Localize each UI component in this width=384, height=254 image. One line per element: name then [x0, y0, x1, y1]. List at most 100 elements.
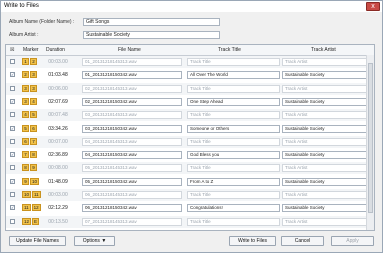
track-title-field[interactable]: Track Title — [187, 111, 280, 120]
table-row[interactable]: 3 3 00:06.00 02_20131218145313.wav Track Tit… — [6, 82, 374, 95]
cancel-button[interactable]: Cancel — [281, 236, 324, 246]
track-title-field[interactable]: Track Title — [187, 191, 280, 199]
table-row[interactable]: ✓ 2 3 01:03.48 01_20131218150342.wav All Over… — [6, 69, 374, 81]
track-title-field[interactable]: Someone or Others — [187, 124, 280, 133]
row-checkbox[interactable] — [10, 218, 15, 224]
track-title-field[interactable]: Congratulations! — [187, 204, 280, 213]
header-file-name[interactable]: File Name — [118, 47, 141, 53]
row-checkbox[interactable]: ✓ — [10, 98, 15, 104]
track-title-field[interactable]: One Step Ahead — [187, 97, 280, 106]
track-artist-field[interactable]: Track Artist — [282, 217, 374, 226]
track-title-field[interactable]: God Bless you — [187, 151, 280, 160]
file-name-field[interactable]: 01_20131218150342.wav — [82, 71, 182, 80]
album-name-label: Album Name (Folder Name) : — [9, 19, 75, 25]
album-name-input[interactable]: Gift Songs — [83, 18, 220, 26]
file-name-field[interactable]: 01_20131218145313.wav — [82, 58, 182, 66]
file-name-field[interactable]: 03_20131218150342.wav — [82, 124, 182, 133]
vertical-scrollbar[interactable] — [366, 55, 374, 230]
table-header: ☒ Marker Duration File Name Track Title … — [6, 45, 374, 56]
table-row[interactable]: ✓ 5 6 03:34.26 03_20131218150342.wav Someone … — [6, 123, 374, 135]
file-name-field[interactable]: 07_20131218145313.wav — [82, 217, 182, 226]
table-row[interactable]: ✓ 7 8 02:36.89 04_20131218150342.wav God Bles… — [6, 149, 374, 161]
row-checkbox[interactable]: ✓ — [10, 72, 15, 78]
close-button[interactable]: x — [366, 2, 380, 11]
table-row[interactable]: ✓ 11 12 02:12.29 06_20131218150342.wav Congra… — [6, 202, 374, 214]
row-checkbox[interactable] — [10, 59, 15, 64]
file-name-field[interactable]: 05_20131218150342.wav — [82, 177, 182, 186]
track-artist-field[interactable]: Track Artist — [282, 164, 374, 173]
row-markers: 9 10 — [22, 177, 40, 185]
track-artist-field[interactable]: Sustainable Society — [282, 151, 374, 160]
file-name-field[interactable]: 02_20131218150342.wav — [82, 97, 182, 106]
track-artist-field[interactable]: Sustainable Society — [282, 71, 374, 80]
file-name-field[interactable]: 05_20131218145313.wav — [82, 164, 182, 173]
marker-badge: 11 — [32, 191, 41, 198]
track-artist-field[interactable]: Sustainable Society — [282, 124, 374, 133]
select-all-checkbox[interactable]: ☒ — [10, 47, 14, 53]
track-artist-field[interactable]: Track Artist — [282, 58, 374, 66]
row-checkbox[interactable]: ✓ — [10, 205, 15, 211]
track-title-field[interactable]: Track Title — [187, 137, 280, 146]
table-row[interactable]: 4 5 00:07.48 03_20131218145313.wav Track Tit… — [6, 109, 374, 122]
row-duration: 00:08.00 — [48, 165, 68, 172]
dialog-title: Write to Files — [4, 3, 39, 9]
header-track-title[interactable]: Track Title — [218, 47, 241, 53]
table-row[interactable]: 12 E 00:13.50 07_20131218145313.wav Track Ti… — [6, 215, 374, 228]
file-name-field[interactable]: 04_20131218150342.wav — [82, 151, 182, 160]
track-artist-field[interactable]: Sustainable Society — [282, 97, 374, 106]
track-artist-field[interactable]: Track Artist — [282, 111, 374, 120]
track-title-field[interactable]: From A to Z — [187, 177, 280, 186]
table-row[interactable]: ✓ 3 4 02:07.69 02_20131218150342.wav One Step… — [6, 96, 374, 108]
file-name-field[interactable]: 02_20131218145313.wav — [82, 84, 182, 93]
update-file-names-button[interactable]: Update File Names — [9, 236, 66, 246]
track-artist-field[interactable]: Track Artist — [282, 191, 374, 199]
track-artist-field[interactable]: Sustainable Society — [282, 177, 374, 186]
file-name-field[interactable]: 06_20131218145313.wav — [82, 191, 182, 199]
track-artist-field[interactable]: Track Artist — [282, 137, 374, 146]
apply-button[interactable]: Apply — [331, 236, 374, 246]
header-duration[interactable]: Duration — [46, 47, 65, 53]
row-checkbox[interactable]: ✓ — [10, 178, 15, 184]
marker-badge: 10 — [22, 191, 32, 198]
write-to-files-button[interactable]: Write to Files — [229, 236, 276, 246]
track-title-field[interactable]: Track Title — [187, 164, 280, 173]
file-name-field[interactable]: 03_20131218145313.wav — [82, 111, 182, 120]
file-name-field[interactable]: 04_20131218145313.wav — [82, 137, 182, 146]
table-row[interactable]: 1 2 00:03.00 01_20131218145313.wav Track Tit… — [6, 56, 374, 68]
marker-badge: 9 — [22, 177, 29, 185]
marker-badge: 3 — [30, 71, 37, 79]
marker-badge: 10 — [30, 177, 40, 185]
table-row[interactable]: 8 9 00:08.00 05_20131218145313.wav Track Tit… — [6, 162, 374, 175]
table-row[interactable]: 6 7 00:07.00 04_20131218145313.wav Track Tit… — [6, 135, 374, 148]
file-name-field[interactable]: 06_20131218150342.wav — [82, 204, 182, 213]
row-checkbox[interactable] — [10, 85, 15, 91]
table-row[interactable]: ✓ 9 10 01:48.09 05_20131218150342.wav From A … — [6, 176, 374, 188]
album-artist-input[interactable]: Sustainable Society — [83, 31, 220, 39]
scrollbar-thumb[interactable] — [368, 63, 373, 213]
row-checkbox[interactable] — [10, 192, 15, 197]
table-row[interactable]: 10 11 00:03.00 06_20131218145313.wav Track T… — [6, 189, 374, 201]
row-checkbox[interactable] — [10, 165, 15, 171]
track-artist-field[interactable]: Sustainable Society — [282, 204, 374, 213]
track-artist-field[interactable]: Track Artist — [282, 84, 374, 93]
track-title-field[interactable]: Track Title — [187, 58, 280, 66]
track-title-field[interactable]: Track Title — [187, 217, 280, 226]
row-checkbox[interactable]: ✓ — [10, 125, 15, 131]
header-track-artist[interactable]: Track Artist — [311, 47, 336, 53]
row-checkbox[interactable]: ✓ — [10, 152, 15, 158]
marker-badge: 1 — [22, 58, 29, 65]
close-icon: x — [371, 3, 375, 10]
track-title-field[interactable]: All Over The World — [187, 71, 280, 80]
row-markers: 56 — [22, 124, 38, 132]
marker-badge: 3 — [22, 84, 29, 92]
row-markers: 34 — [22, 97, 38, 105]
options-button[interactable]: Options ▼ — [74, 236, 115, 246]
marker-badge: 11 — [22, 204, 31, 212]
header-marker[interactable]: Marker — [23, 47, 39, 53]
row-checkbox[interactable] — [10, 138, 15, 144]
track-title-field[interactable]: Track Title — [187, 84, 280, 93]
album-artist-label: Album Artist : — [9, 32, 39, 38]
marker-badge: 7 — [22, 151, 29, 159]
row-duration: 00:07.48 — [48, 112, 68, 119]
row-checkbox[interactable] — [10, 112, 15, 118]
